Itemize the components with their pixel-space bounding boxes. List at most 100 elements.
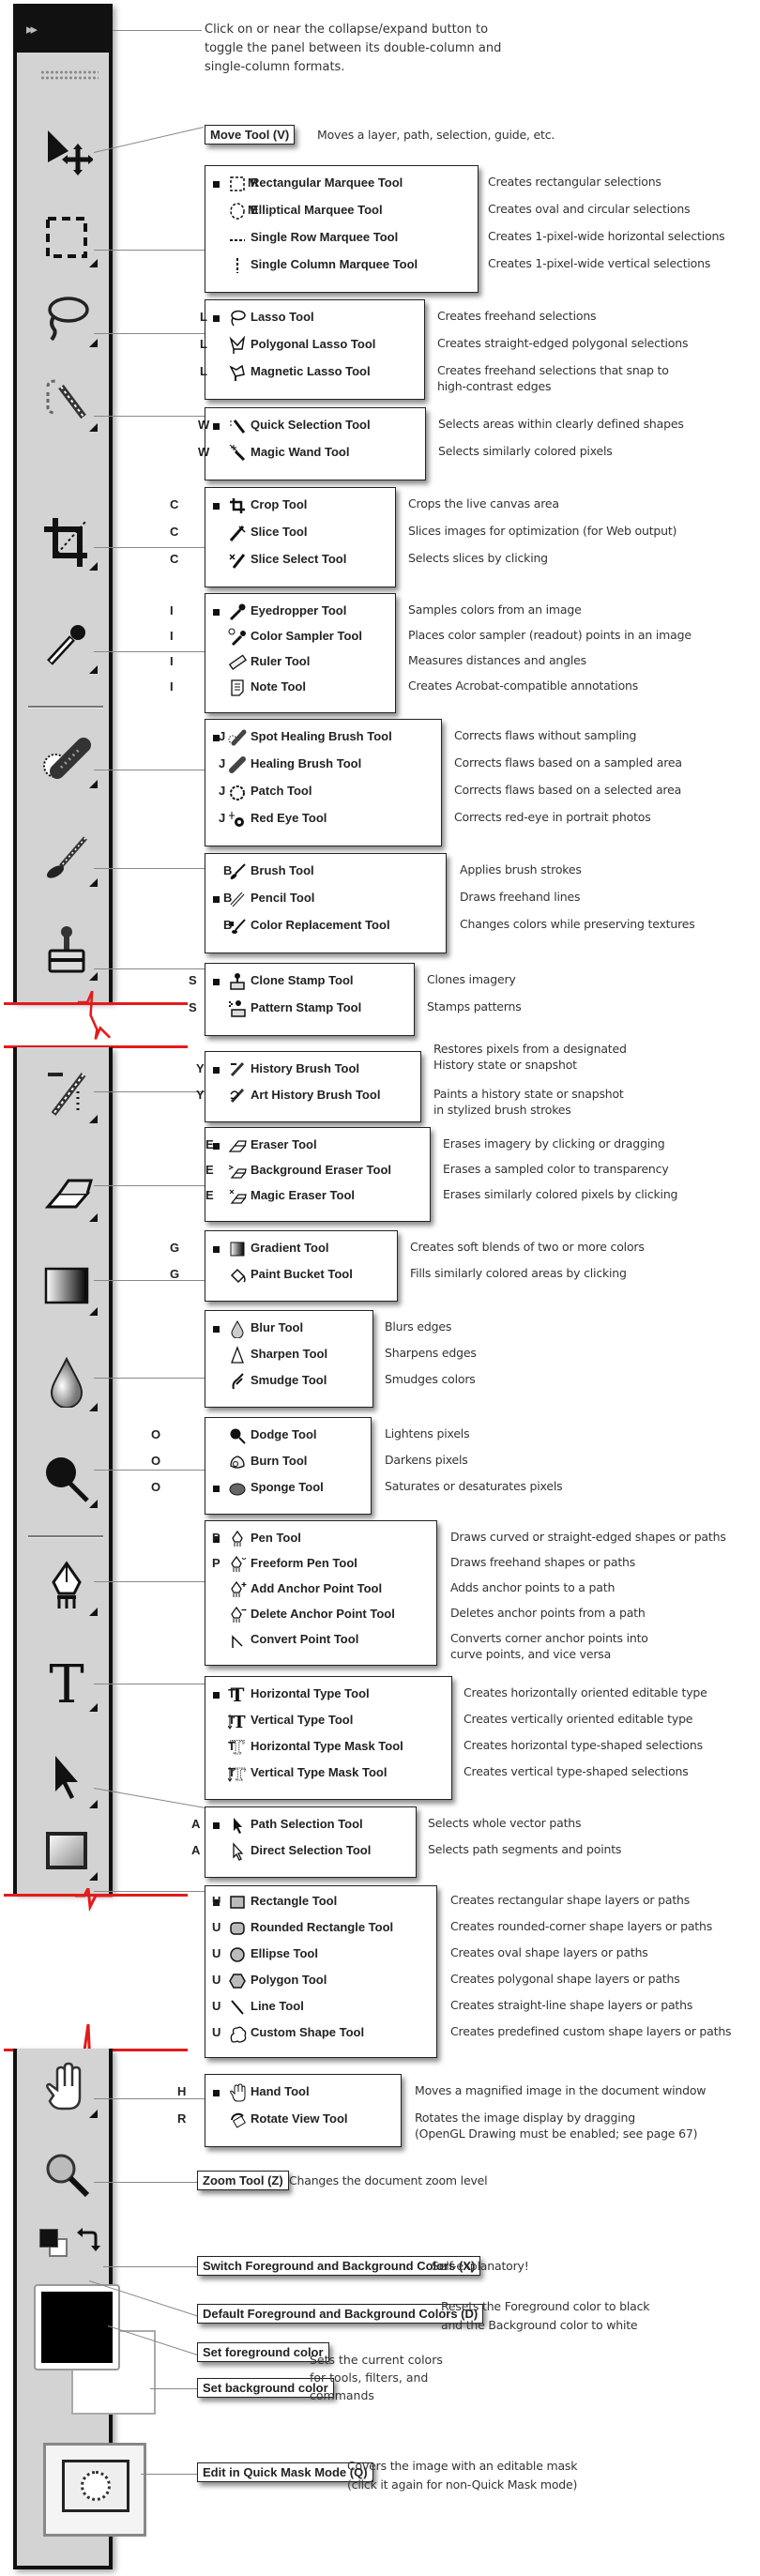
tool-name: Hand Tool <box>251 2084 310 2098</box>
flyout-item-custom-shape[interactable]: Custom Shape Tool U <box>205 2021 434 2046</box>
flyout-indicator-icon <box>89 1703 98 1712</box>
flyout-item-vertical-type[interactable]: T Vertical Type Tool T <box>205 1709 449 1733</box>
default-colors-icon[interactable] <box>39 2229 58 2248</box>
flyout-item-history-brush[interactable]: History Brush Tool Y <box>196 1058 418 1082</box>
flyout-item-dodge[interactable]: Dodge Tool O <box>151 1424 369 1448</box>
zoom-tool-button[interactable] <box>34 2142 99 2206</box>
panel-grip[interactable] <box>40 69 99 81</box>
flyout-item-horizontal-type[interactable]: T Horizontal Type Tool T <box>205 1683 449 1707</box>
pen-tool-button[interactable] <box>34 1554 99 1618</box>
flyout-item-color-sampler[interactable]: Color Sampler Tool I <box>170 625 393 649</box>
move-tool-button[interactable] <box>34 121 99 185</box>
flyout-item-single-row-marquee[interactable]: Single Row Marquee Tool <box>205 226 476 251</box>
flyout-item-healing-brush[interactable]: Healing Brush Tool J <box>205 753 439 777</box>
flyout-item-ruler[interactable]: Ruler Tool I <box>170 650 393 675</box>
flyout-item-blur[interactable]: Blur Tool <box>205 1317 371 1341</box>
gradient-tool-button[interactable] <box>34 1254 99 1318</box>
flyout-item-art-history-brush[interactable]: Art History Brush Tool Y <box>196 1084 418 1108</box>
tool-description: Fills similarly colored areas by clickin… <box>410 1266 627 1280</box>
flyout-item-elliptical-marquee[interactable]: Elliptical Marquee Tool M <box>205 199 476 223</box>
flyout-item-spot-healing-brush[interactable]: Spot Healing Brush Tool J <box>205 725 439 750</box>
flyout-item-single-column-marquee[interactable]: Single Column Marquee Tool <box>205 253 476 278</box>
crop-tool-button[interactable] <box>34 509 99 572</box>
flyout-item-magnetic-lasso[interactable]: Magnetic Lasso Tool L <box>200 360 422 385</box>
flyout-item-add-anchor-point[interactable]: Add Anchor Point Tool <box>205 1578 434 1602</box>
flyout-item-clone-stamp[interactable]: Clone Stamp Tool S <box>189 969 412 994</box>
flyout-item-lasso[interactable]: Lasso Tool L <box>200 306 422 330</box>
flyout-item-direct-selection[interactable]: Direct Selection Tool A <box>191 1839 414 1864</box>
flyout-item-sharpen[interactable]: Sharpen Tool <box>205 1343 371 1367</box>
flyout-item-delete-anchor-point[interactable]: Delete Anchor Point Tool <box>205 1603 434 1627</box>
flyout-item-crop[interactable]: Crop Tool C <box>170 494 393 518</box>
flyout-item-magic-eraser[interactable]: Magic Eraser Tool E <box>205 1184 428 1209</box>
shortcut-key: Y <box>196 1088 205 1102</box>
type-tool-button[interactable]: T <box>34 1650 99 1714</box>
tool-description: Creates 1-pixel-wide vertical selections <box>488 256 711 270</box>
blur-tool-button[interactable] <box>34 1349 99 1413</box>
active-tool-bullet <box>213 979 220 985</box>
flyout-item-rotate-view[interactable]: Rotate View Tool R <box>177 2108 399 2132</box>
flyout-item-path-selection[interactable]: Path Selection Tool A <box>191 1813 414 1837</box>
zoom-tool-label[interactable]: Zoom Tool (Z) <box>197 2171 289 2190</box>
flyout-item-hand[interactable]: Hand Tool H <box>177 2081 399 2105</box>
flyout-item-burn[interactable]: Burn Tool O <box>151 1450 369 1474</box>
flyout-item-pattern-stamp[interactable]: Pattern Stamp Tool S <box>189 997 412 1021</box>
hand-tool-button[interactable] <box>34 2056 99 2120</box>
flyout-item-note[interactable]: Note Tool I <box>170 676 393 700</box>
flyout-item-polygonal-lasso[interactable]: Polygonal Lasso Tool L <box>200 333 422 358</box>
lasso-tool-button[interactable] <box>34 285 99 349</box>
quick-selection-tool-button[interactable] <box>34 370 99 434</box>
flyout-item-vertical-type-mask[interactable]: T Vertical Type Mask Tool T <box>205 1761 449 1786</box>
move-tool-label[interactable]: Move Tool (V) <box>205 125 296 145</box>
lasso-icon <box>48 297 89 342</box>
flyout-item-red-eye[interactable]: Red Eye Tool J <box>205 807 439 831</box>
eyedropper-tool-button[interactable] <box>34 612 99 676</box>
flyout-item-magic-wand[interactable]: Magic Wand Tool W <box>198 441 423 465</box>
brush-tool-button[interactable] <box>34 825 99 889</box>
set-foreground-color-swatch[interactable] <box>34 2284 120 2370</box>
eraser-icon <box>228 1140 247 1152</box>
flyout-item-quick-selection[interactable]: Quick Selection Tool W <box>198 414 423 438</box>
tool-description: Creates straight-line shape layers or pa… <box>450 1998 693 2012</box>
pen-icon <box>52 1561 82 1608</box>
flyout-item-freeform-pen[interactable]: Freeform Pen Tool P <box>205 1552 434 1577</box>
switch-colors-icon[interactable] <box>75 2227 101 2253</box>
dodge-tool-button[interactable] <box>34 1446 99 1510</box>
flyout-item-sponge[interactable]: Sponge Tool O <box>151 1476 369 1501</box>
connector-line <box>94 1891 206 1892</box>
flyout-item-eyedropper[interactable]: Eyedropper Tool I <box>170 600 393 624</box>
connector-line <box>94 1470 206 1471</box>
flyout-item-background-eraser[interactable]: Background Eraser Tool E <box>205 1159 428 1183</box>
path-selection-tool-button[interactable] <box>34 1746 99 1810</box>
flyout-item-smudge[interactable]: Smudge Tool <box>205 1369 371 1394</box>
flyout-item-rectangular-marquee[interactable]: Rectangular Marquee Tool M <box>205 172 476 196</box>
flyout-item-pencil[interactable]: Pencil Tool B <box>205 887 444 911</box>
healing-tool-button[interactable] <box>34 726 99 790</box>
flyout-item-color-replacement[interactable]: Color Replacement Tool B <box>205 914 444 938</box>
flyout-item-slice-select[interactable]: Slice Select Tool C <box>170 548 393 572</box>
flyout-item-rectangle-shape[interactable]: Rectangle Tool U <box>205 1890 434 1914</box>
flyout-item-paint-bucket[interactable]: Paint Bucket Tool G <box>170 1263 395 1288</box>
flyout-item-slice[interactable]: Slice Tool C <box>170 521 393 545</box>
flyout-item-gradient[interactable]: Gradient Tool G <box>170 1237 395 1261</box>
sponge-icon <box>229 1483 246 1496</box>
flyout-item-pen[interactable]: Pen Tool P <box>205 1527 434 1551</box>
flyout-item-convert-point[interactable]: Convert Point Tool <box>205 1628 434 1653</box>
eraser-tool-button[interactable] <box>34 1160 99 1224</box>
quick-mask-button[interactable] <box>43 2443 146 2537</box>
flyout-item-polygon[interactable]: Polygon Tool U <box>205 1969 434 1993</box>
marquee-tool-button[interactable] <box>34 206 99 269</box>
flyout-item-horizontal-type-mask[interactable]: T Horizontal Type Mask Tool T <box>205 1735 449 1760</box>
history-brush-tool-button[interactable] <box>34 1061 99 1125</box>
flyout-item-patch[interactable]: Patch Tool J <box>205 780 439 804</box>
flyout-item-brush[interactable]: Brush Tool B <box>205 860 444 884</box>
shape-tool-button[interactable] <box>34 1819 99 1882</box>
flyout-item-ellipse[interactable]: Ellipse Tool U <box>205 1943 434 1967</box>
tool-icon <box>228 1187 247 1206</box>
tool-name: Clone Stamp Tool <box>251 973 354 987</box>
flyout-item-line[interactable]: Line Tool U <box>205 1995 434 2020</box>
stamp-tool-button[interactable] <box>34 919 99 983</box>
flyout-item-rounded-rectangle[interactable]: Rounded Rectangle Tool U <box>205 1916 434 1941</box>
flyout-item-eraser[interactable]: Eraser Tool E <box>205 1134 428 1158</box>
collapse-expand-button[interactable]: ▸▸ <box>26 21 38 38</box>
